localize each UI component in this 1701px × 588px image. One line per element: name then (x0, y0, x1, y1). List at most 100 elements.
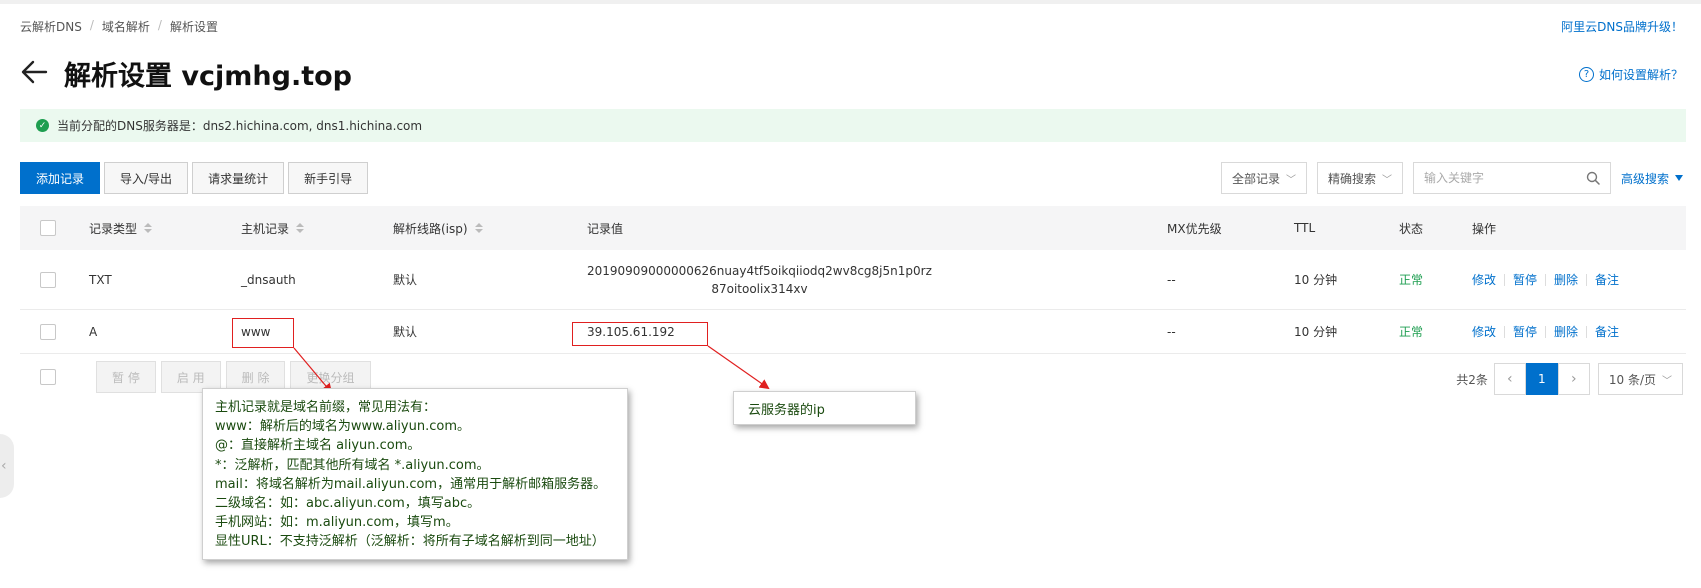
row-checkbox[interactable] (40, 271, 56, 288)
filter-area: 全部记录 ﹀ 精确搜索 ﹀ 高级搜索 (1220, 162, 1683, 194)
ttl: 10 分钟 (1294, 325, 1338, 339)
breadcrumb-dns[interactable]: 云解析DNS (20, 18, 82, 35)
row-actions: 修改 暂停 删除 备注 (1472, 250, 1619, 309)
delete-link[interactable]: 删除 (1554, 271, 1578, 288)
ttl: 10 分钟 (1294, 273, 1338, 287)
annotation-line: 手机网站：如：m.aliyun.com，填写m。 (215, 515, 459, 531)
header-value: 记录值 (587, 221, 624, 236)
search-mode-select[interactable]: 精确搜索 ﹀ (1316, 162, 1403, 194)
help-icon: ? (1578, 67, 1594, 82)
total-count: 共2条 (1456, 372, 1488, 387)
row-actions: 修改 暂停 删除 备注 (1472, 310, 1619, 353)
resolution-line: 默认 (393, 325, 418, 339)
record-type: A (89, 324, 98, 339)
breadcrumb-resolution-settings: 解析设置 (169, 20, 218, 34)
pause-link[interactable]: 暂停 (1513, 323, 1537, 340)
bulk-select-checkbox[interactable] (40, 369, 56, 385)
advanced-search-toggle[interactable]: 高级搜索 (1621, 170, 1683, 187)
edit-link[interactable]: 修改 (1472, 323, 1496, 340)
header-line-label: 解析线路(isp) (393, 221, 468, 236)
annotation-line: *：泛解析，匹配其他所有域名 *.aliyun.com。 (215, 457, 490, 473)
annotation-line: @：直接解析主域名 aliyun.com。 (215, 438, 421, 454)
chevron-down-icon: ﹀ (1381, 174, 1392, 186)
top-border (0, 0, 1701, 4)
header-ttl: TTL (1294, 221, 1316, 235)
delete-link[interactable]: 删除 (1554, 323, 1578, 340)
help-link[interactable]: ? 如何设置解析？ (1578, 66, 1683, 83)
header-type-label: 记录类型 (89, 221, 138, 236)
header-host[interactable]: 主机记录 (241, 206, 305, 250)
host-record: _dnsauth (241, 272, 296, 287)
request-stats-button[interactable]: 请求量统计 (192, 162, 285, 194)
prev-page-button[interactable]: ‹ (1493, 363, 1526, 395)
chevron-right-icon: › (1571, 371, 1577, 387)
chevron-left-icon: ‹ (1507, 371, 1513, 387)
note-link[interactable]: 备注 (1595, 323, 1619, 340)
breadcrumb-separator: / (157, 18, 162, 32)
search-box (1412, 162, 1611, 194)
advanced-search-label: 高级搜索 (1620, 171, 1669, 186)
pause-link[interactable]: 暂停 (1513, 271, 1537, 288)
annotation-line: 显性URL：不支持泛解析（泛解析：将所有子域名解析到同一地址） (215, 534, 605, 550)
header-ops: 操作 (1472, 221, 1497, 236)
import-export-button[interactable]: 导入/导出 (104, 162, 189, 194)
record-value-line: 20190909000000626nuay4tf5oikqiiodq2wv8cg… (587, 263, 932, 278)
note-link[interactable]: 备注 (1595, 271, 1619, 288)
record-value-line: 87oitoolix314xv (711, 281, 808, 296)
mx-priority: -- (1167, 324, 1176, 339)
header-status: 状态 (1399, 221, 1424, 236)
breadcrumb: 云解析DNS / 域名解析 / 解析设置 (20, 18, 218, 35)
ip-annotation-text: 云服务器的ip (748, 402, 825, 418)
guide-button[interactable]: 新手引导 (288, 162, 369, 194)
annotation-line: www：解析后的域名为www.aliyun.com。 (215, 419, 470, 435)
search-input[interactable] (1413, 163, 1574, 193)
resolution-line: 默认 (393, 273, 418, 287)
search-icon[interactable] (1586, 171, 1600, 185)
header-line[interactable]: 解析线路(isp) (393, 206, 483, 250)
record-type: TXT (89, 272, 112, 287)
caret-down-icon (1675, 175, 1683, 181)
page-size-value: 10 条/页 (1608, 372, 1656, 387)
annotation-line: 主机记录就是域名前缀，常见用法有： (215, 400, 437, 415)
record-filter-select[interactable]: 全部记录 ﹀ (1220, 162, 1307, 194)
row-select-cell (40, 310, 56, 353)
sort-icon (144, 223, 153, 233)
header-host-label: 主机记录 (241, 221, 290, 236)
annotation-line: 二级域名：如：abc.aliyun.com，填写abc。 (215, 496, 481, 512)
record-value: 20190909000000626nuay4tf5oikqiiodq2wv8cg… (587, 250, 932, 309)
chevron-down-icon: ﹀ (1662, 375, 1672, 387)
success-check-icon: ✓ (36, 119, 49, 132)
page-title: 解析设置 vcjmhg.top (64, 61, 352, 92)
table-header: 记录类型 主机记录 解析线路(isp) 记录值 MX优先级 TTL 状态 操作 (20, 206, 1686, 250)
add-record-button[interactable]: 添加记录 (20, 162, 101, 194)
row-checkbox[interactable] (40, 323, 56, 340)
sort-icon (296, 223, 305, 233)
annotation-highlight-ip (572, 322, 708, 346)
next-page-button[interactable]: › (1557, 363, 1590, 395)
notice-text: 当前分配的DNS服务器是：dns2.hichina.com, dns1.hich… (57, 119, 423, 133)
header-type[interactable]: 记录类型 (89, 206, 153, 250)
back-arrow-icon[interactable] (20, 58, 48, 86)
annotation-highlight-host (232, 318, 294, 348)
breadcrumb-domain-resolution[interactable]: 域名解析 (102, 18, 150, 35)
row-select-cell (40, 250, 56, 309)
ip-annotation: 云服务器的ip (733, 391, 916, 425)
bulk-pause-button[interactable]: 暂 停 (96, 361, 156, 393)
current-page-button[interactable]: 1 (1525, 363, 1558, 395)
host-record-annotation: 主机记录就是域名前缀，常见用法有： www：解析后的域名为www.aliyun.… (202, 388, 628, 560)
annotation-line: mail：将域名解析为mail.aliyun.com，通常用于解析邮箱服务器。 (215, 476, 607, 492)
table-row: TXT _dnsauth 默认 20190909000000626nuay4tf… (20, 250, 1686, 310)
edit-link[interactable]: 修改 (1472, 271, 1496, 288)
search-mode-value: 精确搜索 (1327, 171, 1376, 186)
upgrade-link[interactable]: 阿里云DNS品牌升级！ (1561, 18, 1683, 35)
chevron-left-icon: ‹ (1, 458, 7, 474)
page-size-select[interactable]: 10 条/页 ﹀ (1597, 363, 1683, 395)
status-badge: 正常 (1399, 273, 1424, 287)
chevron-down-icon: ﹀ (1285, 174, 1296, 186)
breadcrumb-separator: / (89, 18, 94, 32)
select-all-checkbox[interactable] (40, 220, 56, 236)
record-filter-value: 全部记录 (1231, 171, 1280, 186)
side-collapse-tab[interactable]: ‹ (0, 434, 14, 498)
dns-server-notice: ✓ 当前分配的DNS服务器是：dns2.hichina.com, dns1.hi… (20, 109, 1686, 142)
help-link-label: 如何设置解析？ (1598, 68, 1683, 82)
